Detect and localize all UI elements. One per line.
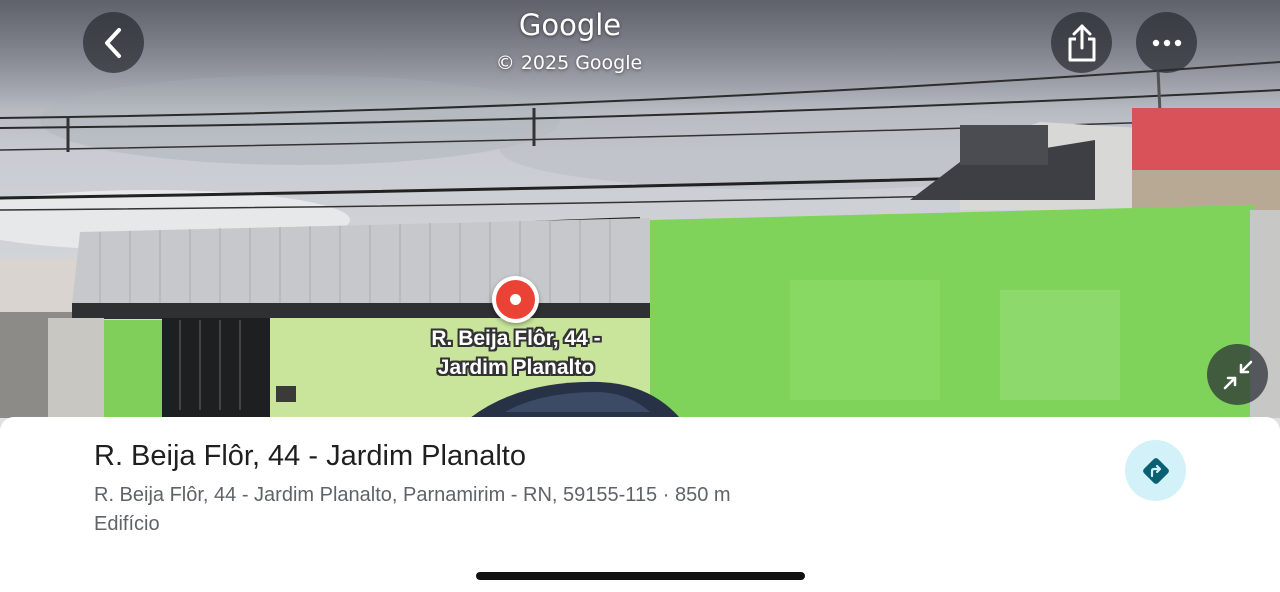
share-icon	[1068, 24, 1095, 61]
back-button[interactable]	[83, 12, 144, 73]
place-category: Edifício	[94, 513, 160, 535]
more-options-button[interactable]	[1136, 12, 1197, 73]
location-pin[interactable]	[492, 276, 539, 323]
place-label-line2: Jardim Planalto	[437, 356, 595, 379]
more-horizontal-icon	[1152, 39, 1181, 46]
chevron-left-icon	[104, 27, 121, 58]
place-address: R. Beija Flôr, 44 - Jardim Planalto, Par…	[94, 484, 731, 506]
place-title: R. Beija Flôr, 44 - Jardim Planalto	[94, 440, 526, 472]
google-brand: Google	[518, 8, 622, 42]
directions-button[interactable]	[1125, 440, 1186, 501]
place-label-overlay: R. Beija Flôr, 44 - Jardim Planalto	[380, 324, 652, 382]
collapse-view-button[interactable]	[1207, 344, 1268, 405]
directions-icon	[1142, 457, 1169, 484]
pin-dot	[510, 294, 521, 305]
place-label-line1: R. Beija Flôr, 44 -	[431, 327, 601, 350]
home-indicator[interactable]	[476, 572, 805, 580]
pin-core	[496, 280, 535, 319]
share-button[interactable]	[1051, 12, 1112, 73]
copyright-text: © 2025 Google	[495, 52, 643, 74]
collapse-arrows-icon	[1223, 360, 1252, 389]
